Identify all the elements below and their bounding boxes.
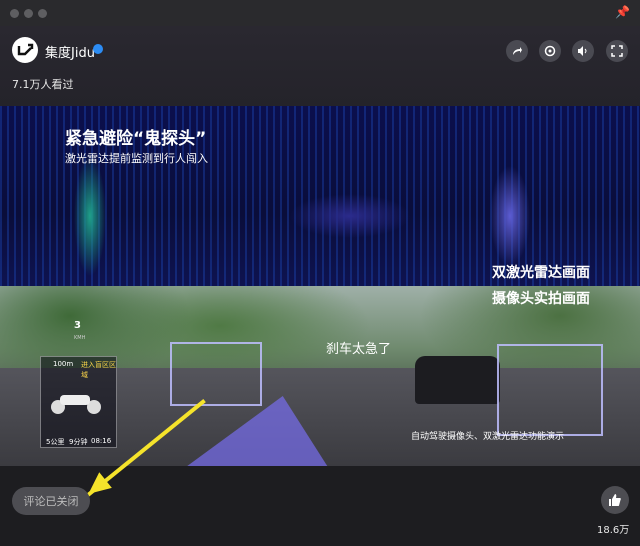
hud-bottom-left: 5公里 [46, 438, 65, 446]
video-subtitle: 激光雷达提前监测到行人闯入 [65, 152, 208, 165]
hud-bottom-mid: 9分钟 [69, 438, 88, 446]
share-button[interactable] [506, 40, 528, 62]
cyclist-detection-box [170, 342, 262, 406]
verified-badge-icon [93, 44, 103, 54]
author-name[interactable]: 集度Jidu [45, 42, 95, 61]
post-header [0, 26, 640, 106]
share-icon [513, 47, 522, 55]
minimize-window-dot[interactable] [24, 9, 33, 18]
scooter-icon [51, 395, 101, 414]
maximize-window-dot[interactable] [38, 9, 47, 18]
thumbs-up-icon [609, 494, 621, 506]
hud-panel: 100m 进入盲区区域 5公里 9分钟 08:16 [40, 356, 117, 448]
hud-distance: 100m [53, 360, 74, 368]
author-avatar[interactable] [12, 37, 38, 63]
pin-icon[interactable]: 📌 [615, 5, 630, 19]
volume-button[interactable] [572, 40, 594, 62]
lidar-label: 双激光雷达画面 [492, 265, 590, 281]
close-window-dot[interactable] [10, 9, 19, 18]
comment-closed-button[interactable]: 评论已关闭 [12, 487, 90, 515]
video-caption: 自动驾驶摄像头、双激光雷达功能演示 [411, 432, 565, 442]
black-sedan [415, 356, 500, 404]
fullscreen-button[interactable] [606, 40, 628, 62]
like-button[interactable] [601, 486, 629, 514]
like-count: 18.6万 [597, 525, 630, 536]
planned-path [187, 396, 353, 466]
settings-button[interactable] [539, 40, 561, 62]
window-titlebar: 📌 [0, 0, 640, 26]
hud-speed: 3 [74, 320, 81, 331]
fullscreen-icon [611, 45, 623, 57]
volume-icon [578, 46, 587, 56]
settings-icon [544, 45, 556, 57]
jidu-logo-icon [17, 43, 34, 56]
hud-speed-unit: KMH [74, 335, 86, 341]
camera-label: 摄像头实拍画面 [492, 291, 590, 307]
brake-caption: 刹车太急了 [326, 342, 392, 357]
view-count: 7.1万人看过 [12, 78, 74, 91]
video-title: 紧急避险“鬼探头” [65, 129, 207, 149]
pedestrian-detection-box [497, 344, 603, 436]
video-player[interactable]: 紧急避险“鬼探头” 激光雷达提前监测到行人闯入 双激光雷达画面 摄像头实拍画面 … [0, 106, 640, 466]
hud-time: 08:16 [91, 437, 112, 445]
